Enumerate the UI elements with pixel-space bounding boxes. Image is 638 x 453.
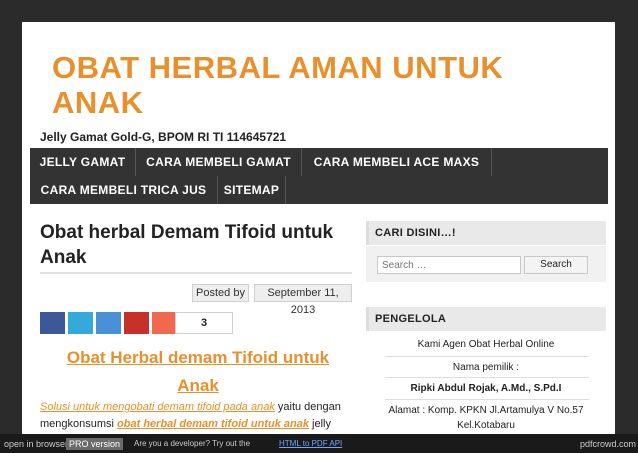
owner-name: Ripki Abdul Rojak, A.Md., S.Pd.I — [410, 383, 562, 394]
developer-text: Are you a developer? Try out the — [134, 439, 251, 448]
nav-item-sitemap[interactable]: SITEMAP — [218, 176, 286, 204]
divider — [385, 356, 589, 357]
owner-label: Nama pemilik : — [452, 362, 520, 373]
pdfcrowd-brand-link[interactable]: pdfcrowd.com — [580, 438, 636, 450]
twitter-share-button[interactable] — [68, 312, 93, 334]
posted-by-label: Posted by — [192, 284, 249, 302]
pdf-footer-bar: open in browser PRO version Are you a de… — [0, 434, 638, 453]
content-link-solusi[interactable]: Solusi untuk mengobati demam tifoid pada… — [40, 401, 275, 413]
share-button[interactable] — [96, 312, 121, 334]
nav-item-cara-membeli-gamat[interactable]: CARA MEMBELI GAMAT — [136, 148, 302, 176]
title-divider — [40, 272, 352, 274]
content-text-2: mengkonsumsi — [40, 418, 118, 430]
search-input[interactable] — [377, 256, 521, 274]
content-link-obat-herbal[interactable]: obat herbal demam tifoid untuk anak — [117, 418, 309, 430]
google-plus-share-button[interactable] — [124, 312, 149, 334]
nav-item-cara-membeli-trica-jus[interactable]: CARA MEMBELI TRICA JUS — [30, 176, 218, 204]
site-title[interactable]: OBAT HERBAL AMAN UNTUK ANAK — [52, 50, 532, 120]
content-text-1: yaitu dengan — [274, 401, 341, 413]
pro-version-link[interactable]: PRO version — [66, 438, 124, 450]
content-heading-line1: Obat Herbal demam Tifoid untuk — [66, 348, 330, 367]
address-line1: Alamat : Komp. KPKN Jl.Artamulya V No.57 — [388, 405, 584, 416]
facebook-share-button[interactable] — [40, 312, 65, 334]
post-date[interactable]: September 11, 2013 — [254, 284, 352, 316]
main-nav: JELLY GAMAT CARA MEMBELI GAMAT CARA MEMB… — [30, 148, 608, 204]
html-to-pdf-api-link[interactable]: HTML to PDF API — [279, 438, 342, 450]
pengelola-widget-heading: PENGELOLA — [366, 307, 606, 331]
content-heading-line2: Anak — [177, 376, 219, 395]
open-in-browser-link[interactable]: open in browser — [4, 438, 68, 450]
divider — [385, 399, 589, 400]
stumbleupon-share-button[interactable] — [152, 312, 177, 334]
share-count: 3 — [175, 312, 233, 334]
search-button[interactable]: Search — [524, 256, 588, 274]
search-widget-heading: CARI DISINI…! — [366, 221, 606, 245]
nav-item-jelly-gamat[interactable]: JELLY GAMAT — [30, 148, 136, 176]
site-tagline: Jelly Gamat Gold-G, BPOM RI TI 114645721 — [40, 130, 287, 144]
nav-item-cara-membeli-ace-maxs[interactable]: CARA MEMBELI ACE MAXS — [302, 148, 492, 176]
agent-description: Kami Agen Obat Herbal Online — [417, 339, 555, 350]
divider — [385, 377, 589, 378]
post-title[interactable]: Obat herbal Demam Tifoid untuk Anak — [40, 220, 360, 270]
content-text-3: jelly — [308, 418, 331, 430]
content-heading[interactable]: Obat Herbal demam Tifoid untuk Anak — [40, 344, 356, 400]
address-line2: Kel.Kotabaru — [457, 420, 515, 431]
post-excerpt: Solusi untuk mengobati demam tifoid pada… — [40, 399, 356, 433]
